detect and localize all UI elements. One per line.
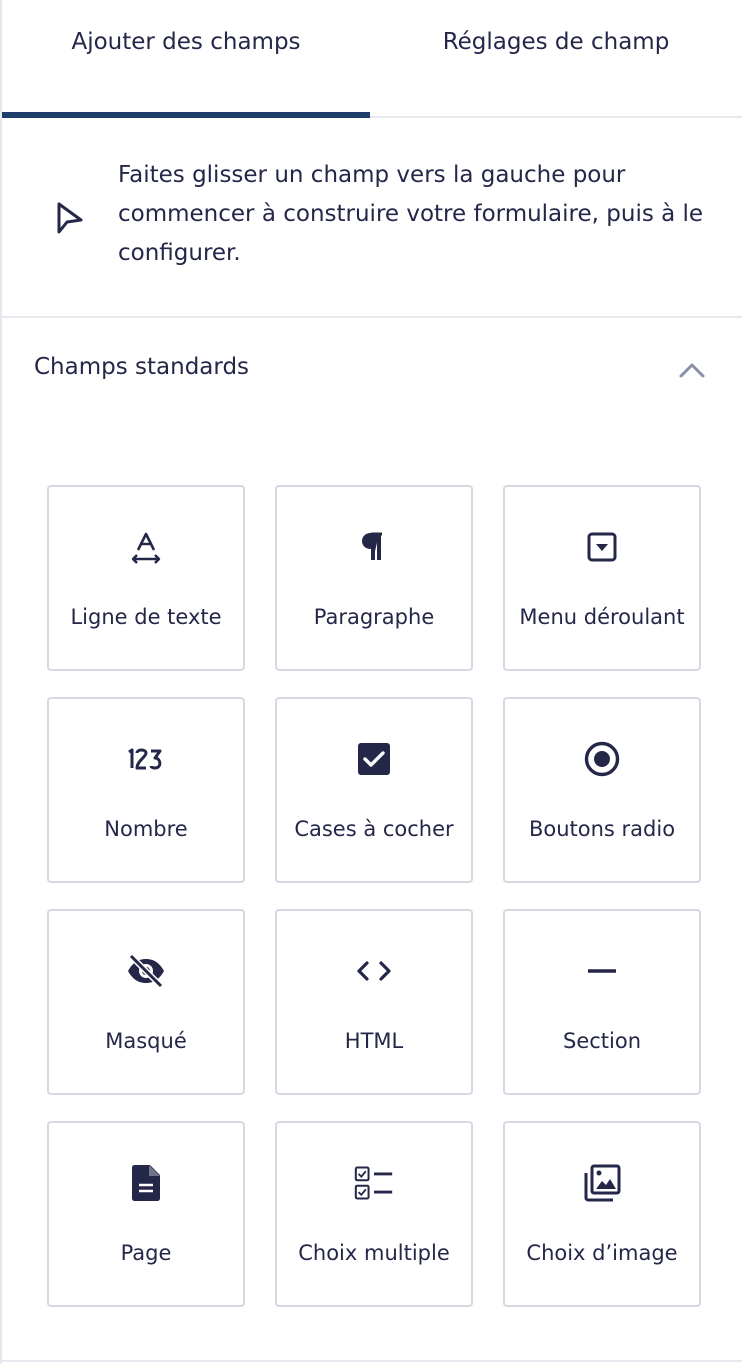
field-button-text-line[interactable]: Ligne de texte: [47, 485, 245, 671]
field-button-paragraph[interactable]: Paragraphe: [275, 485, 473, 671]
text-line-icon: [126, 527, 166, 567]
field-label: Masqué: [105, 1029, 187, 1053]
section-title: Champs standards: [34, 354, 250, 380]
checkbox-icon: [354, 739, 394, 779]
bottom-divider: [2, 1360, 742, 1362]
tab-field-settings[interactable]: Réglages de champ: [370, 0, 742, 116]
add-fields-panel: Ajouter des champs Réglages de champ Fai…: [0, 0, 742, 1364]
field-label: Ligne de texte: [70, 605, 222, 629]
section-icon: [582, 951, 622, 991]
field-label: Boutons radio: [528, 817, 676, 841]
field-button-section[interactable]: Section: [503, 909, 701, 1095]
field-label: Cases à cocher: [294, 817, 454, 841]
field-label: Paragraphe: [313, 605, 435, 629]
multiple-choice-icon: [354, 1163, 394, 1203]
field-button-image-choice[interactable]: Choix d’image: [503, 1121, 701, 1307]
field-label: HTML: [344, 1029, 404, 1053]
field-label: Menu déroulant: [519, 605, 685, 629]
hidden-icon: [126, 951, 166, 991]
field-label: Choix multiple: [298, 1241, 450, 1265]
field-label: Section: [562, 1029, 642, 1053]
panel-tabs: Ajouter des champs Réglages de champ: [2, 0, 742, 118]
code-icon: [354, 951, 394, 991]
field-label: Page: [120, 1241, 172, 1265]
field-button-multiple-choice[interactable]: Choix multiple: [275, 1121, 473, 1307]
field-button-number[interactable]: Nombre: [47, 697, 245, 883]
field-button-radio[interactable]: Boutons radio: [503, 697, 701, 883]
page-icon: [126, 1163, 166, 1203]
drag-hint-text: Faites glisser un champ vers la gauche p…: [118, 162, 704, 266]
image-choice-icon: [582, 1163, 622, 1203]
tab-add-fields-label: Ajouter des champs: [71, 29, 301, 55]
paragraph-icon: [354, 527, 394, 567]
chevron-up-icon[interactable]: [678, 360, 706, 380]
radio-icon: [582, 739, 622, 779]
field-button-dropdown[interactable]: Menu déroulant: [503, 485, 701, 671]
number-icon: [126, 739, 166, 779]
drag-hint: Faites glisser un champ vers la gauche p…: [2, 118, 742, 318]
field-label: Nombre: [104, 817, 188, 841]
field-button-page[interactable]: Page: [47, 1121, 245, 1307]
field-button-checkboxes[interactable]: Cases à cocher: [275, 697, 473, 883]
field-button-hidden[interactable]: Masqué: [47, 909, 245, 1095]
field-label: Choix d’image: [526, 1241, 678, 1265]
field-button-html[interactable]: HTML: [275, 909, 473, 1095]
standard-fields-header[interactable]: Champs standards: [2, 330, 742, 410]
cursor-icon: [57, 202, 83, 234]
dropdown-icon: [582, 527, 622, 567]
tab-add-fields[interactable]: Ajouter des champs: [2, 0, 370, 116]
tab-field-settings-label: Réglages de champ: [442, 29, 670, 55]
standard-fields-grid: Ligne de texte Paragraphe Menu déroulant…: [47, 485, 701, 1307]
